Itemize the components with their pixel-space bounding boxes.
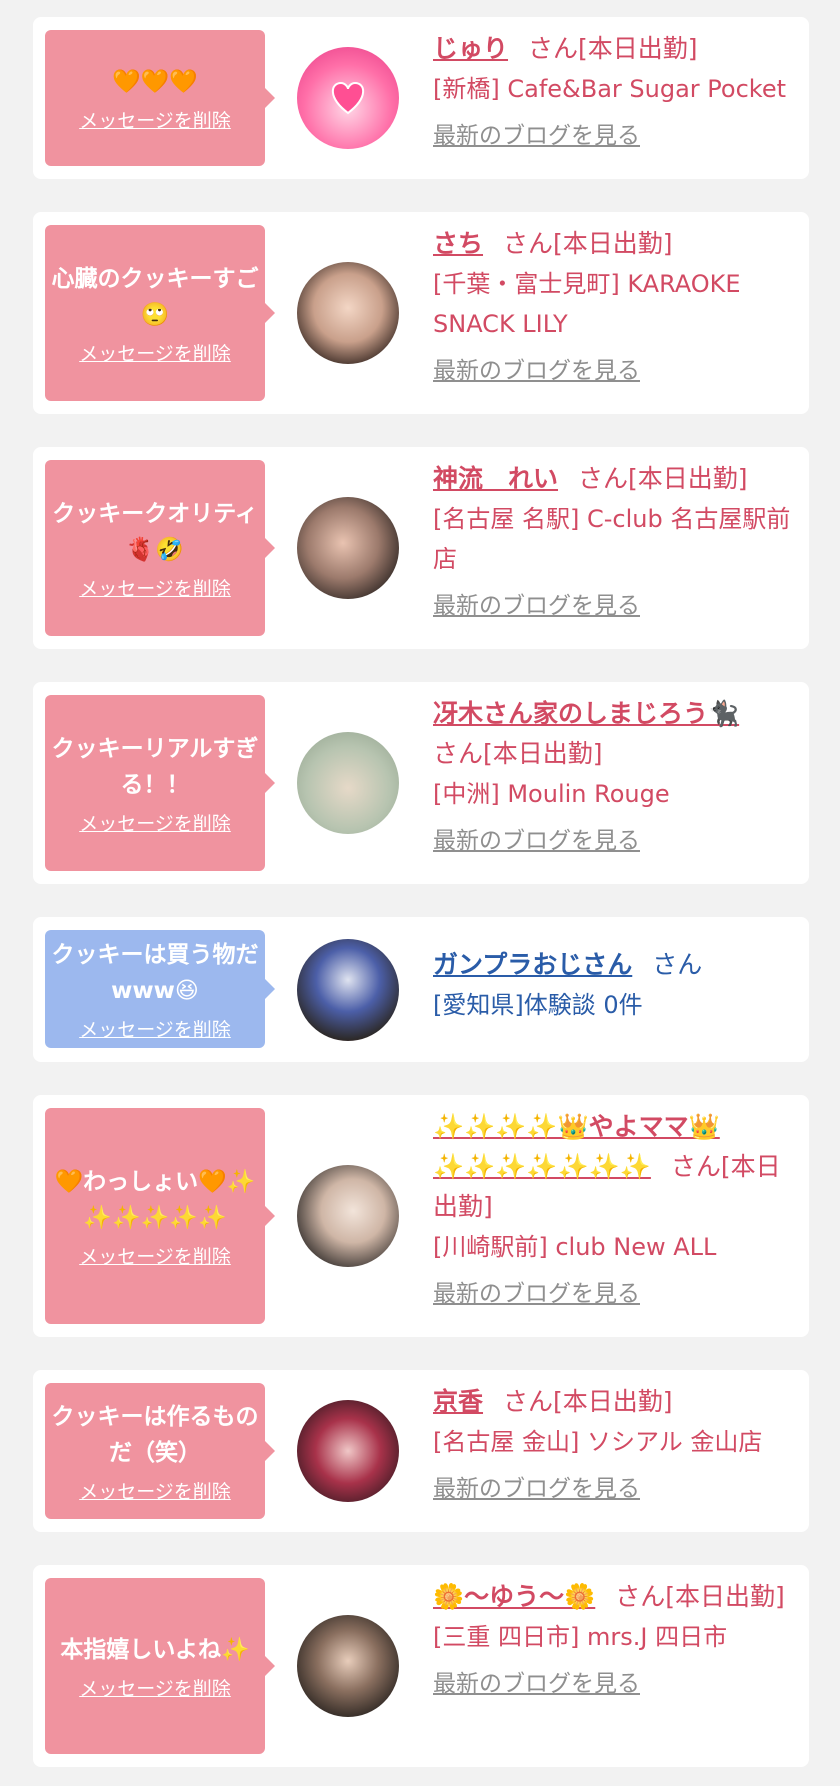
shop-name: [名古屋 名駅] C-club 名古屋駅前店 [433,505,791,573]
message-text: クッキーは作るものだ（笑） [51,1403,259,1466]
delete-message-link[interactable]: メッセージを削除 [79,1477,231,1504]
user-info: じゅり さん[本日出勤] [新橋] Cafe&Bar Sugar Pocket 最… [433,29,803,151]
delete-message-link[interactable]: メッセージを削除 [79,1015,231,1042]
message-card: 心臓のクッキーすご🙄 メッセージを削除 さち さん[本日出勤] [千葉・富士見町]… [33,212,809,414]
delete-message-link[interactable]: メッセージを削除 [79,339,231,366]
avatar[interactable] [297,1400,399,1502]
message-bubble: クッキーは買う物だwww😆 メッセージを削除 [45,930,275,1048]
user-status: さん[本日出勤] [528,34,698,63]
latest-blog-link[interactable]: 最新のブログを見る [433,1279,803,1309]
latest-blog-link[interactable]: 最新のブログを見る [433,121,803,151]
shop-name: [新橋] Cafe&Bar Sugar Pocket [433,75,787,103]
user-info: 神流 れい さん[本日出勤] [名古屋 名駅] C-club 名古屋駅前店 最新の… [433,459,803,621]
delete-message-link[interactable]: メッセージを削除 [79,809,231,836]
message-bubble: クッキーリアルすぎる！！ メッセージを削除 [45,695,275,871]
shop-name: [三重 四日市] mrs.J 四日市 [433,1623,728,1651]
user-name-link[interactable]: さち [433,229,483,258]
user-status: さん[本日出勤] [503,229,673,258]
message-card: クッキーは買う物だwww😆 メッセージを削除 ガンプラおじさん さん [愛知県]体… [33,917,809,1062]
user-info: ✨✨✨✨👑やよママ👑✨✨✨✨✨✨✨ さん[本日出勤] [川崎駅前] club Ne… [433,1107,803,1309]
message-card: 🧡🧡🧡 メッセージを削除 じゅり さん[本日出勤] [新橋] Cafe&Bar S… [33,17,809,179]
message-text: 心臓のクッキーすご🙄 [51,265,259,328]
user-name-link[interactable]: 冴木さん家のしまじろう🐈‍⬛ [433,699,739,728]
message-text: クッキーリアルすぎる！！ [51,735,259,798]
message-bubble: クッキークオリティ🫀🤣 メッセージを削除 [45,460,275,636]
message-text: クッキークオリティ🫀🤣 [52,500,258,563]
latest-blog-link[interactable]: 最新のブログを見る [433,1669,803,1699]
user-status: さん[本日出勤] [578,464,748,493]
user-info: 京香 さん[本日出勤] [名古屋 金山] ソシアル 金山店 最新のブログを見る [433,1382,803,1504]
user-status: さん [652,950,703,979]
heart-icon [331,81,365,115]
latest-blog-link[interactable]: 最新のブログを見る [433,1474,803,1504]
user-info: 冴木さん家のしまじろう🐈‍⬛ さん[本日出勤] [中洲] Moulin Roug… [433,694,803,856]
user-info: ガンプラおじさん さん [愛知県]体験談 0件 [433,945,803,1025]
message-text: クッキーは買う物だwww😆 [51,941,259,1004]
shop-name: [名古屋 金山] ソシアル 金山店 [433,1428,763,1456]
user-name-link[interactable]: じゅり [433,34,508,63]
message-card: クッキーは作るものだ（笑） メッセージを削除 京香 さん[本日出勤] [名古屋 金… [33,1370,809,1532]
message-bubble: 心臓のクッキーすご🙄 メッセージを削除 [45,225,275,401]
delete-message-link[interactable]: メッセージを削除 [79,574,231,601]
avatar[interactable] [297,262,399,364]
user-name-link[interactable]: 🌼〜ゆう〜🌼 [433,1582,595,1611]
latest-blog-link[interactable]: 最新のブログを見る [433,356,803,386]
delete-message-link[interactable]: メッセージを削除 [79,106,231,133]
avatar[interactable] [297,732,399,834]
avatar[interactable] [297,1615,399,1717]
message-bubble: 🧡🧡🧡 メッセージを削除 [45,30,275,166]
message-bubble: クッキーは作るものだ（笑） メッセージを削除 [45,1383,275,1519]
message-text: 🧡わっしょい🧡✨✨✨✨✨✨ [54,1168,256,1231]
message-card: クッキークオリティ🫀🤣 メッセージを削除 神流 れい さん[本日出勤] [名古屋 … [33,447,809,649]
message-text: 🧡🧡🧡 [112,68,198,95]
message-text: 本指嬉しいよね✨ [60,1636,250,1663]
avatar[interactable] [297,1165,399,1267]
avatar[interactable] [297,497,399,599]
user-info: さち さん[本日出勤] [千葉・富士見町] KARAOKE SNACK LILY … [433,224,803,386]
user-info: 🌼〜ゆう〜🌼 さん[本日出勤] [三重 四日市] mrs.J 四日市 最新のブログ… [433,1577,803,1699]
shop-name: [中洲] Moulin Rouge [433,780,670,808]
user-status: さん[本日出勤] [433,739,603,768]
message-card: クッキーリアルすぎる！！ メッセージを削除 冴木さん家のしまじろう🐈‍⬛ さん[… [33,682,809,884]
message-list: 🧡🧡🧡 メッセージを削除 じゅり さん[本日出勤] [新橋] Cafe&Bar S… [0,0,840,1786]
avatar[interactable] [297,47,399,149]
message-bubble: 🧡わっしょい🧡✨✨✨✨✨✨ メッセージを削除 [45,1108,275,1324]
user-name-link[interactable]: 神流 れい [433,464,558,493]
message-bubble: 本指嬉しいよね✨ メッセージを削除 [45,1578,275,1754]
latest-blog-link[interactable]: 最新のブログを見る [433,591,803,621]
delete-message-link[interactable]: メッセージを削除 [79,1674,231,1701]
user-status: さん[本日出勤] [503,1387,673,1416]
message-card: 🧡わっしょい🧡✨✨✨✨✨✨ メッセージを削除 ✨✨✨✨👑やよママ👑✨✨✨✨✨✨✨… [33,1095,809,1337]
user-status: さん[本日出勤] [615,1582,785,1611]
shop-name: [川崎駅前] club New ALL [433,1233,717,1261]
shop-name: [千葉・富士見町] KARAOKE SNACK LILY [433,270,741,338]
user-name-link[interactable]: ガンプラおじさん [433,950,632,979]
delete-message-link[interactable]: メッセージを削除 [79,1242,231,1269]
message-card: 本指嬉しいよね✨ メッセージを削除 🌼〜ゆう〜🌼 さん[本日出勤] [三重 四日市… [33,1565,809,1767]
user-name-link[interactable]: 京香 [433,1387,483,1416]
review-count: [愛知県]体験談 0件 [433,991,643,1019]
avatar[interactable] [297,939,399,1041]
latest-blog-link[interactable]: 最新のブログを見る [433,826,803,856]
